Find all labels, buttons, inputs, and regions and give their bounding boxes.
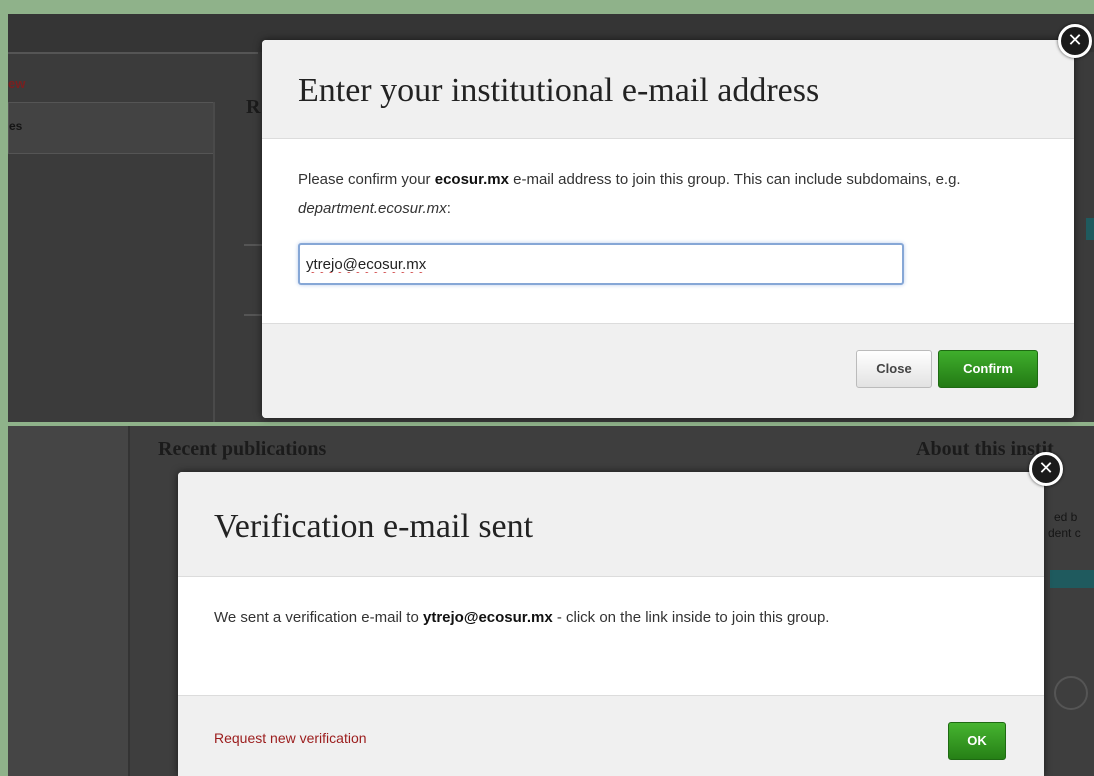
ok-button[interactable]: OK bbox=[948, 722, 1006, 760]
list-divider bbox=[244, 314, 264, 316]
nav-divider bbox=[8, 52, 258, 54]
email-input[interactable] bbox=[298, 243, 904, 285]
email-dialog-body: Please confirm your ecosur.mx e-mail add… bbox=[262, 139, 1074, 323]
section-heading-fragment: R bbox=[246, 96, 261, 118]
side-text-fragment: ed b bbox=[1054, 510, 1078, 524]
side-text-fragment: dent c bbox=[1048, 526, 1081, 540]
recent-publications-heading: Recent publications bbox=[158, 438, 327, 460]
verification-dialog-footer: Request new verification OK bbox=[178, 695, 1044, 776]
list-divider bbox=[244, 244, 264, 246]
email-dialog: Enter your institutional e-mail address … bbox=[262, 40, 1074, 418]
message-text: We sent a verification e-mail to bbox=[214, 609, 423, 626]
verification-dialog-header: Verification e-mail sent bbox=[178, 472, 1044, 577]
teal-button-fragment[interactable] bbox=[1086, 218, 1094, 240]
verification-dialog-body: We sent a verification e-mail to ytrejo@… bbox=[178, 577, 1044, 695]
verification-message: We sent a verification e-mail to ytrejo@… bbox=[214, 603, 1008, 632]
email-dialog-message: Please confirm your ecosur.mx e-mail add… bbox=[298, 165, 1038, 223]
sidebar-link-fragment[interactable]: ew bbox=[8, 76, 25, 91]
close-button[interactable]: Close bbox=[856, 350, 932, 388]
message-text: e-mail address to join this group. This … bbox=[508, 171, 961, 188]
subdomain-example: department.ecosur.mx bbox=[298, 200, 447, 217]
message-text: Please confirm your bbox=[298, 171, 435, 188]
sidebar-panel bbox=[8, 426, 130, 776]
email-dialog-header: Enter your institutional e-mail address bbox=[262, 40, 1074, 139]
email-dialog-title: Enter your institutional e-mail address bbox=[298, 72, 820, 109]
avatar bbox=[1054, 676, 1088, 710]
verification-email: ytrejo@ecosur.mx bbox=[422, 609, 553, 626]
sidebar-item-label: es bbox=[9, 119, 23, 133]
confirm-button[interactable]: Confirm bbox=[938, 350, 1038, 388]
verification-dialog-title: Verification e-mail sent bbox=[214, 508, 534, 545]
close-icon[interactable]: ✕ bbox=[1058, 24, 1092, 58]
email-dialog-footer: Close Confirm bbox=[262, 323, 1074, 418]
message-text: - click on the link inside to join this … bbox=[552, 609, 830, 626]
institution-domain: ecosur.mx bbox=[434, 171, 509, 188]
teal-button-fragment[interactable] bbox=[1050, 570, 1094, 588]
message-text: : bbox=[446, 200, 451, 217]
close-icon[interactable]: ✕ bbox=[1029, 452, 1063, 486]
verification-dialog: Verification e-mail sent We sent a verif… bbox=[178, 472, 1044, 776]
sidebar-item[interactable]: es bbox=[8, 102, 215, 154]
request-new-verification-link[interactable]: Request new verification bbox=[214, 730, 367, 746]
sidebar-border bbox=[213, 102, 215, 422]
